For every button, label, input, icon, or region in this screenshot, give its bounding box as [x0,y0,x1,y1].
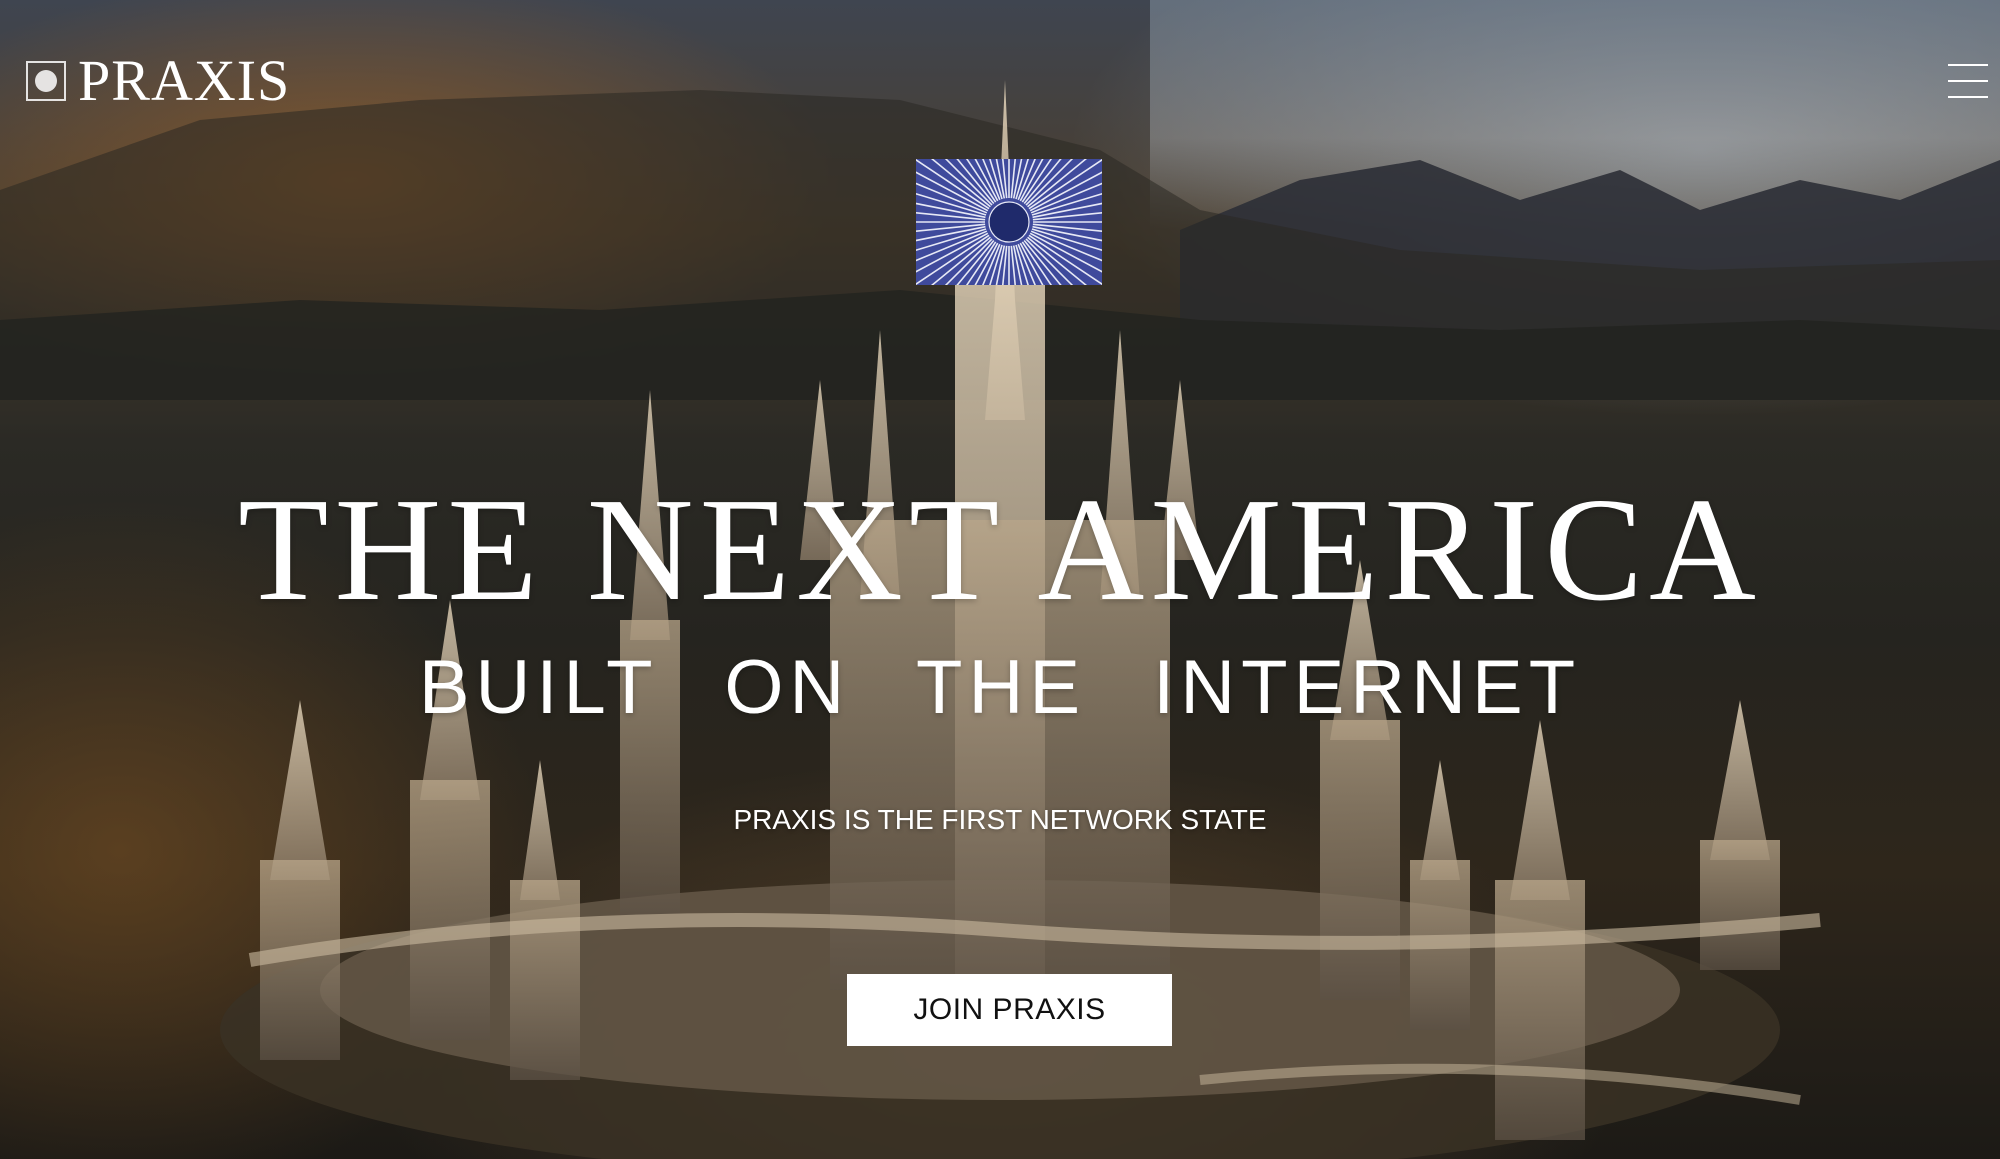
hero-title: THE NEXT AMERICA [238,468,1762,632]
hero-tagline: PRAXIS IS THE FIRST NETWORK STATE [733,804,1267,835]
hero-page: PRAXIS THE NEXT AMERICA BUILT ON THE INT… [0,0,2000,1159]
join-praxis-button[interactable]: JOIN PRAXIS [847,974,1172,1046]
sunburst-emblem-icon [916,159,1102,285]
praxis-logo[interactable]: PRAXIS [26,52,290,110]
hamburger-menu-icon[interactable] [1948,64,1988,100]
hero-subtitle: BUILT ON THE INTERNET [418,645,1582,730]
logo-square-icon [26,61,66,101]
logo-wordmark: PRAXIS [78,48,291,113]
